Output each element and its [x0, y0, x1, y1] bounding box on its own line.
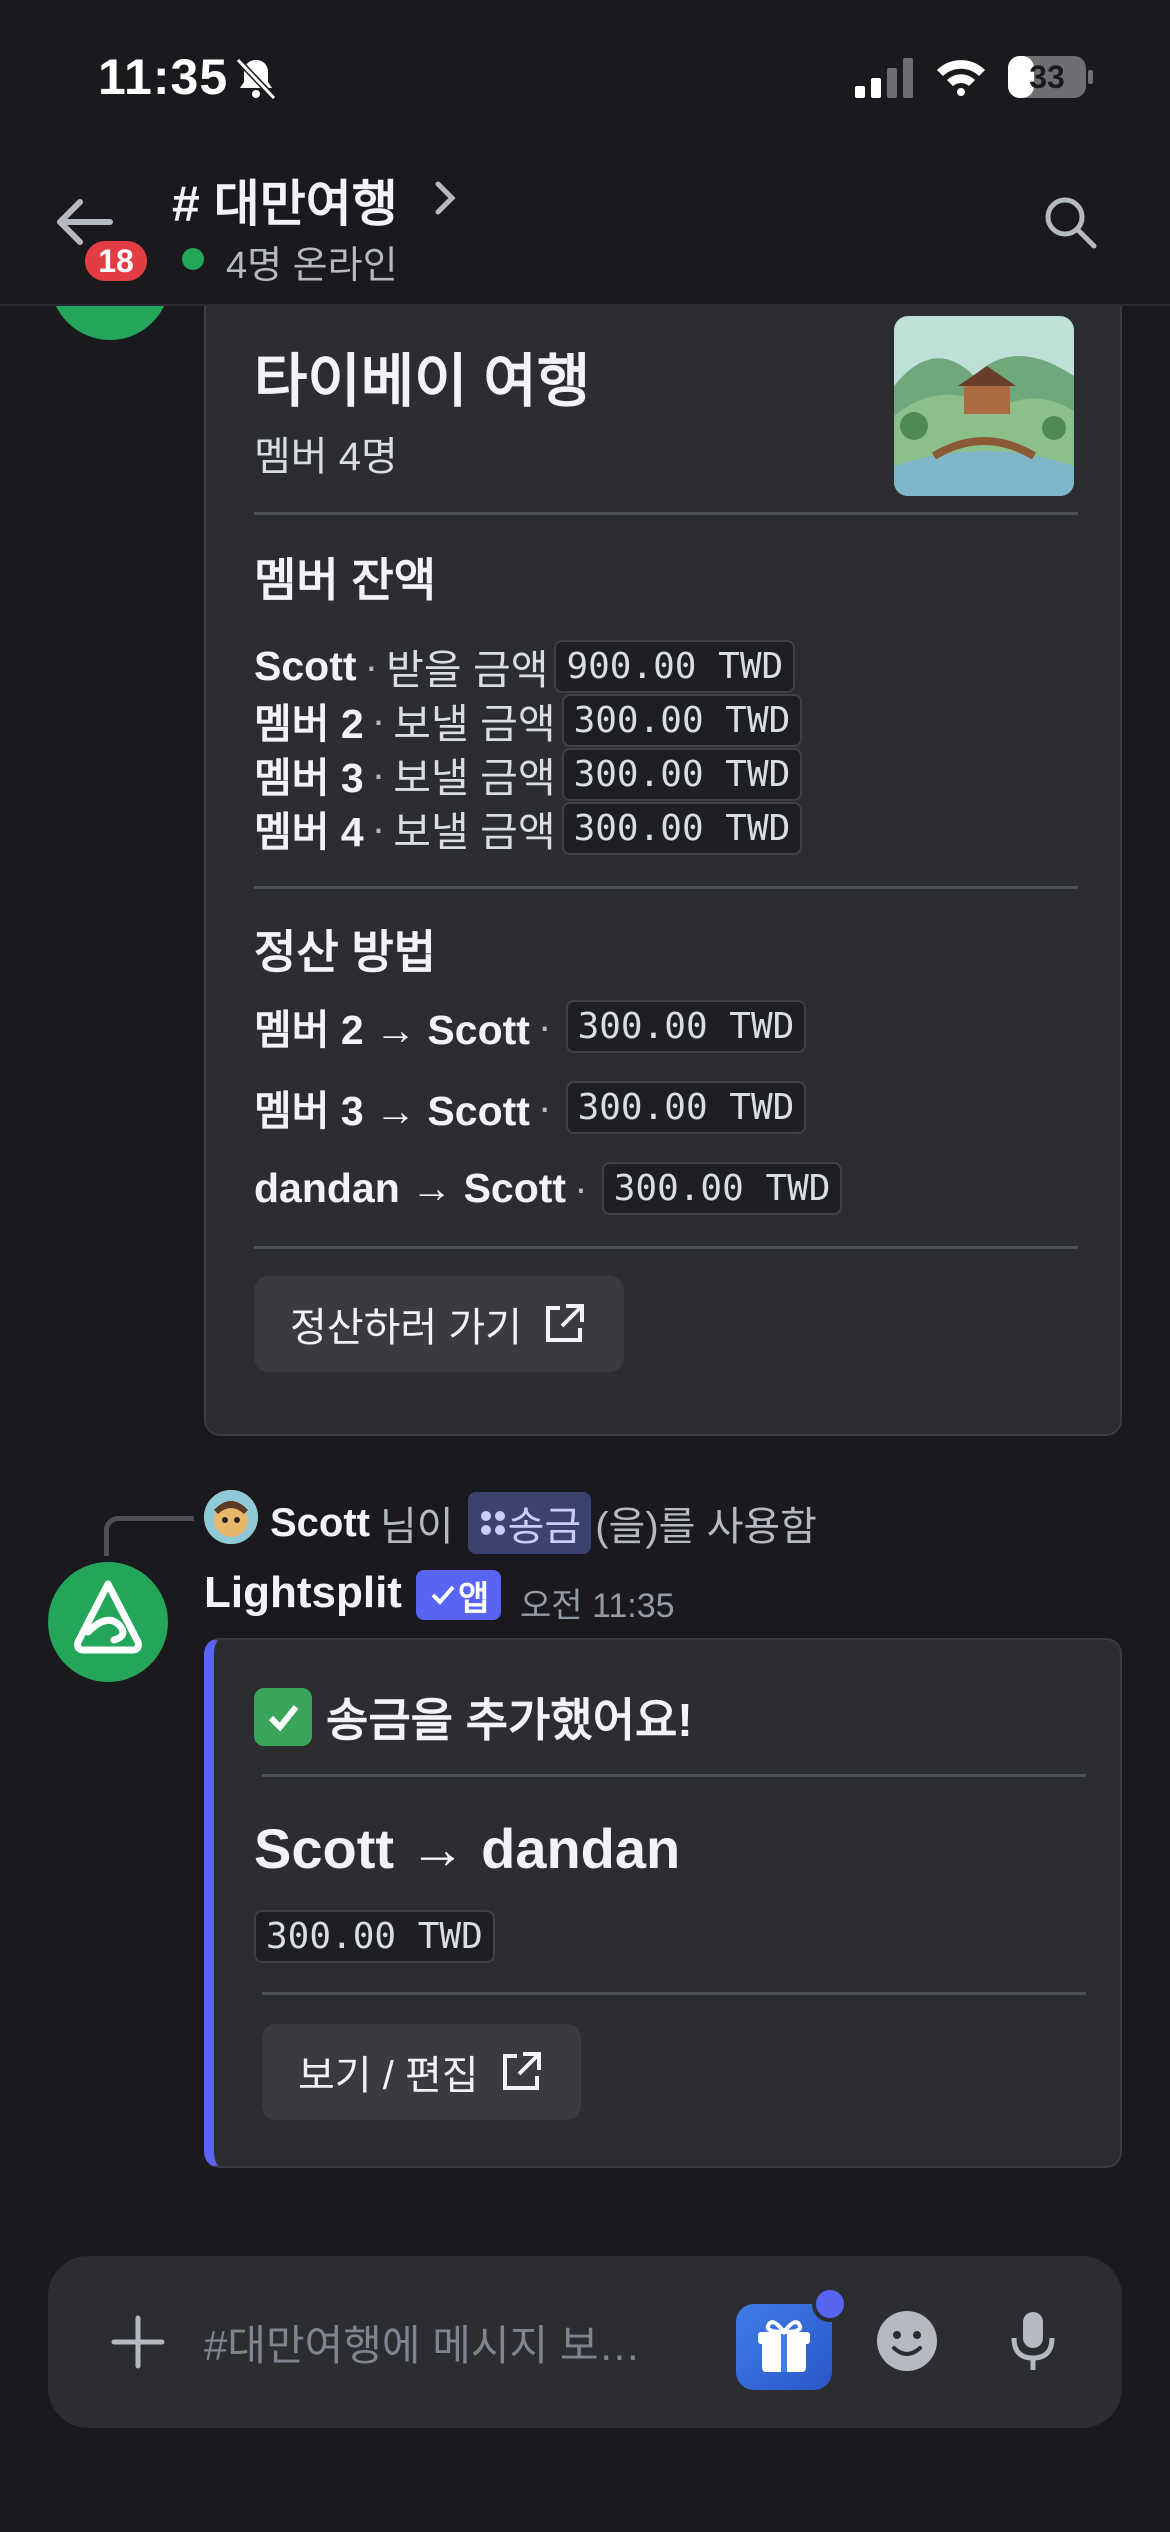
balance-row: 멤버 2 · 보낼 금액 300.00 TWD [254, 692, 803, 748]
external-link-icon [502, 2052, 541, 2090]
transfer-embed: 송금을 추가했어요! Scott → dandan 300.00 TWD 보기 … [204, 1638, 1122, 2168]
message-timestamp: 오전 11:35 [520, 1587, 675, 1625]
check-mark-icon [254, 1688, 312, 1746]
divider [254, 512, 1078, 515]
chevron-right-icon[interactable] [428, 178, 462, 218]
balance-row: Scott · 받을 금액 900.00 TWD [254, 638, 796, 694]
balance-row: 멤버 4 · 보낼 금액 300.00 TWD [254, 800, 803, 856]
landscape-image [894, 316, 1074, 496]
emoji-icon[interactable] [874, 2308, 940, 2374]
checkmark-icon [431, 1585, 455, 1605]
online-count: 4명 온라인 [226, 245, 398, 287]
microphone-icon[interactable] [1008, 2308, 1058, 2374]
channel-title[interactable]: # 대만여행 [172, 164, 398, 236]
wifi-icon [937, 60, 985, 96]
app-badge: 앱 [416, 1570, 502, 1620]
message-composer: #대만여행에 메시지 보… [48, 2256, 1122, 2428]
message-list[interactable]: 타이베이 여행 멤버 4명 멤버 잔액 Scott · 받을 금액 900.00 TW… [0, 306, 1170, 2236]
bot-avatar[interactable] [48, 1562, 168, 1682]
divider [262, 1992, 1086, 1995]
balances-heading: 멤버 잔액 [254, 554, 437, 606]
settlement-row: 멤버 3 → Scott · 300.00 TWD [254, 1079, 807, 1135]
reply-context[interactable]: Scott 님이 송금 (을)를 사용함 [270, 1492, 817, 1554]
divider [254, 886, 1078, 889]
group-summary-embed: 타이베이 여행 멤버 4명 멤버 잔액 Scott · 받을 금액 900.00 TW… [204, 306, 1122, 1436]
online-status-dot [182, 248, 204, 270]
group-thumbnail[interactable] [894, 316, 1074, 496]
settlement-row: 멤버 2 → Scott · 300.00 TWD [254, 998, 807, 1054]
plus-icon[interactable] [106, 2310, 170, 2374]
channel-header: 18 # 대만여행 4명 온라인 [0, 150, 1170, 306]
transfer-summary: Scott → dandan [254, 1817, 681, 1880]
nitro-sparkle-icon [812, 2286, 848, 2322]
settlement-row: dandan → Scott · 300.00 TWD [254, 1160, 843, 1216]
divider [262, 1774, 1086, 1777]
view-edit-button[interactable]: 보기 / 편집 [262, 2024, 581, 2120]
unread-badge: 18 [80, 236, 152, 286]
signal-icon [855, 58, 913, 98]
embed-title: 송금을 추가했어요! [254, 1684, 693, 1750]
search-icon[interactable] [1040, 192, 1100, 252]
avatar-image [204, 1490, 258, 1544]
bell-off-icon [235, 57, 277, 101]
embed-title: 타이베이 여행 [254, 349, 591, 414]
settle-heading: 정산 방법 [254, 926, 437, 978]
divider [254, 1246, 1078, 1249]
bot-name[interactable]: Lightsplit [204, 1568, 402, 1618]
transfer-amount: 300.00 TWD [248, 1910, 495, 1963]
composer-area: #대만여행에 메시지 보… [0, 2236, 1170, 2532]
avatar[interactable] [50, 306, 170, 340]
message-input[interactable]: #대만여행에 메시지 보… [204, 2312, 704, 2373]
lightsplit-logo-icon [74, 1580, 142, 1654]
status-time: 11:35 [98, 49, 229, 105]
status-bar: 11:35 33 [0, 0, 1170, 150]
settle-button[interactable]: 정산하러 가기 [254, 1276, 624, 1372]
members-count: 멤버 4명 [254, 435, 398, 479]
avatar[interactable] [204, 1490, 258, 1544]
balance-row: 멤버 3 · 보낼 금액 300.00 TWD [254, 746, 803, 802]
reply-connector [104, 1516, 194, 1556]
app-command-icon [480, 1511, 505, 1535]
battery-level: 33 [1029, 59, 1065, 95]
command-mention[interactable]: 송금 [467, 1492, 592, 1554]
external-link-icon [545, 1304, 584, 1342]
